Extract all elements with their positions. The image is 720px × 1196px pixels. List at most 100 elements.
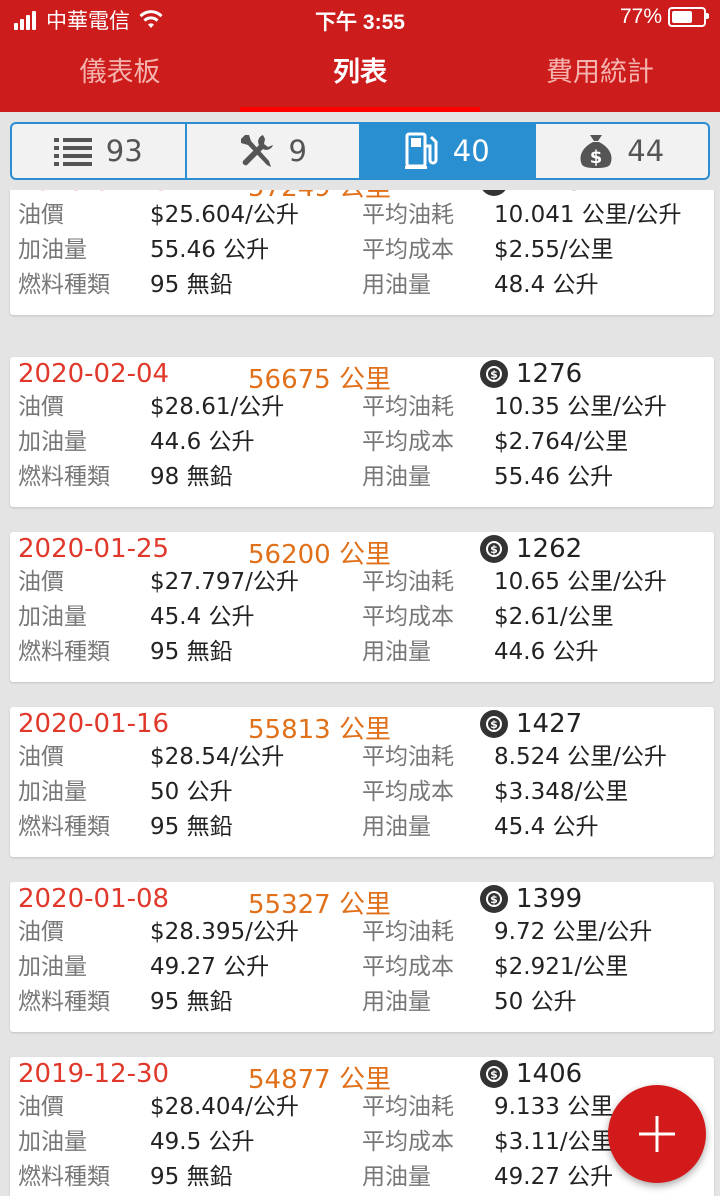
record-card[interactable]: 2020-01-25 56200 公里 $1262 油價 $27.797/公升 平均油耗 1… <box>10 532 714 682</box>
tab-dashboard[interactable]: 儀表板 <box>0 36 240 112</box>
plus-icon <box>639 1116 675 1152</box>
value-avg-cost: $2.61/公里 <box>494 604 614 630</box>
value-price: $28.395/公升 <box>150 919 299 945</box>
record-cost: $1399 <box>480 884 582 914</box>
label-avg-consumption: 平均油耗 <box>362 202 454 228</box>
label-price: 油價 <box>18 569 64 595</box>
label-fuel-type: 燃料種類 <box>18 639 110 665</box>
value-volume: 50 公升 <box>150 779 233 805</box>
filter-all-count: 93 <box>105 134 143 168</box>
value-used: 45.4 公升 <box>494 814 599 840</box>
value-price: $27.797/公升 <box>150 569 299 595</box>
money-bag-icon: $ <box>580 135 612 168</box>
top-tab-bar: 儀表板 列表 費用統計 <box>0 36 720 112</box>
value-used: 50 公升 <box>494 989 577 1015</box>
coin-icon: $ <box>480 535 508 563</box>
label-avg-consumption: 平均油耗 <box>362 1094 454 1120</box>
label-volume: 加油量 <box>18 1129 87 1155</box>
record-date: 2020-01-16 <box>18 709 170 739</box>
label-used: 用油量 <box>362 814 431 840</box>
value-fuel-type: 98 無鉛 <box>150 464 233 490</box>
label-volume: 加油量 <box>18 779 87 805</box>
tab-expense-stats[interactable]: 費用統計 <box>480 36 720 112</box>
label-avg-cost: 平均成本 <box>362 237 454 263</box>
record-cost-value: 1262 <box>516 534 583 564</box>
label-avg-cost: 平均成本 <box>362 954 454 980</box>
label-used: 用油量 <box>362 1164 431 1190</box>
value-fuel-type: 95 無鉛 <box>150 814 233 840</box>
value-used: 55.46 公升 <box>494 464 614 490</box>
label-avg-cost: 平均成本 <box>362 1129 454 1155</box>
fuel-pump-icon <box>404 132 438 169</box>
value-avg-consumption: 10.041 公里/公升 <box>494 202 682 228</box>
value-avg-cost: $3.348/公里 <box>494 779 629 805</box>
record-cost: $1406 <box>480 1059 582 1089</box>
refuel-record-list[interactable]: 2020-02-1057249 公里$1420油價$25.604/公升平均油耗1… <box>0 190 720 1196</box>
value-used: 48.4 公升 <box>494 272 599 298</box>
value-avg-consumption: 8.524 公里/公升 <box>494 744 667 770</box>
filter-all-records[interactable]: 93 <box>12 124 187 178</box>
coin-icon: $ <box>480 885 508 913</box>
record-card[interactable]: 2020-02-1057249 公里$1420油價$25.604/公升平均油耗1… <box>10 190 714 315</box>
label-fuel-type: 燃料種類 <box>18 464 110 490</box>
record-card[interactable]: 2020-01-16 55813 公里 $1427 油價 $28.54/公升 平均油耗 8.… <box>10 707 714 857</box>
value-price: $28.404/公升 <box>150 1094 299 1120</box>
value-avg-consumption: 9.133 公里 <box>494 1094 614 1120</box>
label-used: 用油量 <box>362 272 431 298</box>
value-fuel-type: 95 無鉛 <box>150 989 233 1015</box>
filter-expenses[interactable]: $ 44 <box>536 124 709 178</box>
filter-refuel-count: 40 <box>452 134 490 168</box>
add-record-button[interactable] <box>608 1085 706 1183</box>
value-used: 49.27 公升 <box>494 1164 614 1190</box>
battery-icon <box>668 7 709 27</box>
record-cost: $1276 <box>480 359 582 389</box>
value-price: $28.54/公升 <box>150 744 285 770</box>
record-date: 2020-01-08 <box>18 884 170 914</box>
label-volume: 加油量 <box>18 604 87 630</box>
value-avg-consumption: 10.65 公里/公升 <box>494 569 667 595</box>
record-cost: $1262 <box>480 534 582 564</box>
label-used: 用油量 <box>362 989 431 1015</box>
record-cost-value: 1399 <box>516 884 583 914</box>
label-volume: 加油量 <box>18 237 87 263</box>
label-fuel-type: 燃料種類 <box>18 989 110 1015</box>
svg-text:$: $ <box>590 147 603 168</box>
list-icon <box>53 138 92 166</box>
status-time: 下午 3:55 <box>315 11 405 34</box>
tab-list[interactable]: 列表 <box>240 36 480 112</box>
value-volume: 49.27 公升 <box>150 954 270 980</box>
record-cost: $1427 <box>480 709 582 739</box>
record-card[interactable]: 2020-01-08 55327 公里 $1399 油價 $28.395/公升 平均油耗 9… <box>10 882 714 1032</box>
label-price: 油價 <box>18 919 64 945</box>
label-used: 用油量 <box>362 639 431 665</box>
value-fuel-type: 95 無鉛 <box>150 639 233 665</box>
label-avg-consumption: 平均油耗 <box>362 394 454 420</box>
battery-percent: 77% <box>619 5 662 28</box>
label-price: 油價 <box>18 744 64 770</box>
label-fuel-type: 燃料種類 <box>18 814 110 840</box>
label-avg-cost: 平均成本 <box>362 429 454 455</box>
record-cost-value: 1406 <box>516 1059 583 1089</box>
filter-maintenance[interactable]: 9 <box>187 124 361 178</box>
label-fuel-type: 燃料種類 <box>18 272 110 298</box>
value-price: $28.61/公升 <box>150 394 285 420</box>
filter-refuel[interactable]: 40 <box>361 124 536 178</box>
value-fuel-type: 95 無鉛 <box>150 1164 233 1190</box>
value-avg-consumption: 9.72 公里/公升 <box>494 919 653 945</box>
value-volume: 45.4 公升 <box>150 604 255 630</box>
label-price: 油價 <box>18 202 64 228</box>
value-price: $25.604/公升 <box>150 202 299 228</box>
value-avg-cost: $2.921/公里 <box>494 954 629 980</box>
value-avg-cost: $2.55/公里 <box>494 237 614 263</box>
label-price: 油價 <box>18 1094 64 1120</box>
label-avg-consumption: 平均油耗 <box>362 744 454 770</box>
label-used: 用油量 <box>362 464 431 490</box>
record-card[interactable]: 2020-02-04 56675 公里 $1276 油價 $28.61/公升 平均油耗 10… <box>10 357 714 507</box>
value-volume: 44.6 公升 <box>150 429 255 455</box>
status-bar: 中華電信 下午 3:55 77% <box>0 0 720 36</box>
record-date: 2020-02-04 <box>18 359 170 389</box>
label-avg-consumption: 平均油耗 <box>362 569 454 595</box>
coin-icon: $ <box>480 360 508 388</box>
label-fuel-type: 燃料種類 <box>18 1164 110 1190</box>
filter-maintenance-count: 9 <box>288 134 307 168</box>
